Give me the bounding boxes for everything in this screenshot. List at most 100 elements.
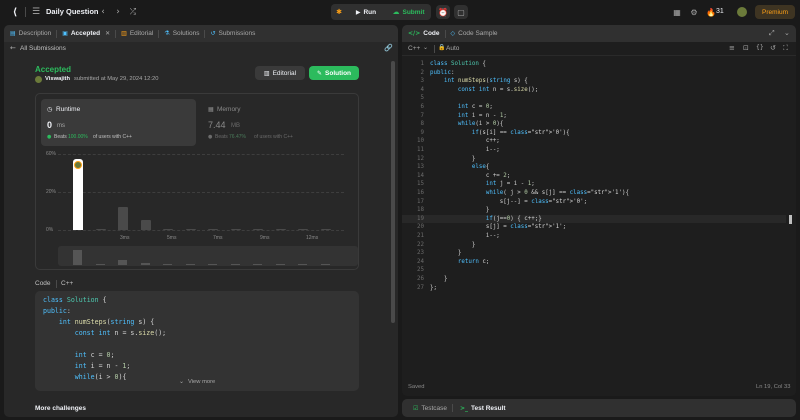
editor-scroll-marker[interactable] [789, 215, 792, 224]
code-line[interactable]: 1 class Solution { [402, 60, 786, 69]
chart-bar[interactable] [320, 229, 331, 230]
memory-beats-pct: 76.47% [229, 134, 246, 140]
debugger-icon[interactable]: ✱ [334, 5, 344, 19]
problem-list-icon[interactable]: ☰ [31, 6, 41, 18]
code-line[interactable]: 4 const int n = s.size(); [402, 86, 786, 95]
code-line[interactable]: 18 } [402, 206, 786, 215]
prev-question-icon[interactable]: ‹ [99, 6, 107, 18]
autocomplete-mode[interactable]: Auto [446, 45, 459, 52]
code-line[interactable]: 2 public: [402, 69, 786, 78]
code-line[interactable]: 8 while(i > 0){ [402, 120, 786, 129]
fullscreen-icon[interactable]: ⛶ [783, 44, 788, 53]
code-line[interactable]: 25 [402, 266, 786, 275]
tab-accepted[interactable]: ▣ Accepted ✕ [57, 25, 115, 42]
code-line[interactable]: 20 s[j] = class="str">'1'; [402, 223, 786, 232]
code-preview-line: int c = 0; [74, 351, 115, 359]
memory-card[interactable]: ▦ Memory 7.44 MB ● Beats 76.47% of users… [202, 99, 355, 146]
next-question-icon[interactable]: › [114, 6, 122, 18]
chart-bar[interactable] [118, 207, 128, 230]
code-line[interactable]: 24 return c; [402, 258, 786, 267]
memory-beats-prefix: Beats [215, 134, 228, 140]
chevron-down-icon[interactable]: ⌄ [784, 29, 790, 37]
tab-test-result[interactable]: >_ Test Result [455, 400, 511, 417]
code-line[interactable]: 17 s[j--] = class="str">'0'; [402, 198, 786, 207]
chevron-down-icon[interactable]: ⌄ [423, 44, 428, 51]
code-line[interactable]: 27}; [402, 284, 786, 293]
code-line[interactable]: 10 c++; [402, 137, 786, 146]
editorial-button[interactable]: ▥ Editorial [255, 66, 305, 80]
streak-count[interactable]: 31 [716, 8, 724, 15]
code-line[interactable]: 5 [402, 94, 786, 103]
chart-bar[interactable] [185, 229, 196, 230]
chevron-down-icon[interactable]: ⌄ [179, 378, 184, 385]
avatar[interactable] [737, 7, 747, 17]
shuffle-icon[interactable]: ⤮ [128, 6, 138, 18]
tab-submissions[interactable]: ↺ Submissions [205, 25, 260, 42]
code-line[interactable]: 7 int i = n - 1; [402, 112, 786, 121]
code-line[interactable]: 23 } [402, 249, 786, 258]
code-line[interactable]: 9 if(s[i] == class="str">'0'){ [402, 129, 786, 138]
code-line[interactable]: 16 while( j > 0 && s[j] == class="str">'… [402, 189, 786, 198]
code-line[interactable]: 6 int c = 0; [402, 103, 786, 112]
code-line[interactable]: 15 int j = i - 1; [402, 180, 786, 189]
back-arrow-icon[interactable]: ← [10, 44, 16, 52]
solution-button[interactable]: ✎ Solution [309, 66, 359, 80]
chart-bar[interactable] [275, 229, 286, 230]
leetcode-logo-icon[interactable]: ⟨ [9, 6, 21, 18]
notes-button[interactable]: ▢ [454, 5, 468, 19]
braces-icon[interactable]: {} [756, 44, 764, 51]
code-icon: </> [408, 30, 421, 37]
description-icon: ▤ [10, 30, 16, 37]
page-title[interactable]: Daily Question [46, 7, 99, 16]
run-button[interactable]: ▶ Run [348, 5, 384, 19]
code-line[interactable]: 22 } [402, 241, 786, 250]
bookmark-icon[interactable]: ⊡ [743, 44, 749, 52]
reset-icon[interactable]: ↺ [770, 44, 776, 52]
chart-bar[interactable] [208, 229, 218, 230]
layout-icon[interactable]: ▦ [672, 6, 682, 18]
code-line[interactable]: 26 } [402, 275, 786, 284]
chart-bar[interactable] [95, 229, 106, 230]
view-more-link[interactable]: View more [188, 379, 215, 385]
checkbox-icon: ☑ [413, 405, 419, 412]
tab-solutions[interactable]: ⚗ Solutions [159, 25, 204, 42]
streak-flame-icon[interactable]: 🔥 [706, 6, 716, 18]
tab-code[interactable]: </> Code [402, 25, 445, 42]
tab-editorial[interactable]: ▥ Editorial [116, 25, 158, 42]
chart-bar[interactable] [298, 229, 308, 230]
timer-button[interactable]: ⏰ [436, 5, 450, 19]
tab-description[interactable]: ▤ Description [4, 25, 56, 42]
settings-gear-icon[interactable]: ⚙ [689, 6, 699, 18]
scrollbar[interactable] [391, 61, 395, 323]
code-preview-box[interactable]: class Solution {public: int numSteps(str… [35, 291, 359, 391]
code-line[interactable]: 14 c += 2; [402, 172, 786, 181]
chart-bar[interactable] [163, 229, 173, 230]
code-line[interactable]: 3 int numSteps(string s) { [402, 77, 786, 86]
all-submissions-link[interactable]: All Submissions [20, 45, 66, 52]
chart-range-slider[interactable] [58, 246, 358, 266]
maximize-icon[interactable]: ⤢ [769, 29, 775, 38]
tab-testcase[interactable]: ☑ Testcase [408, 400, 452, 417]
runtime-card[interactable]: ◷ Runtime 0 ms ● Beats 100.00% of users … [41, 99, 196, 146]
language-select[interactable]: C++ [408, 45, 420, 52]
code-line[interactable]: 21 i--; [402, 232, 786, 241]
tab-code-sample[interactable]: ◇ Code Sample [446, 25, 503, 42]
close-icon[interactable]: ✕ [105, 30, 110, 37]
submit-button[interactable]: ☁ Submit [387, 5, 430, 19]
username[interactable]: Viswajith [45, 76, 70, 82]
code-line[interactable]: 19 if(j==0) { c++;} [402, 214, 786, 224]
code-line[interactable]: 12 } [402, 155, 786, 164]
chart-bar[interactable] [230, 229, 241, 230]
share-link-icon[interactable]: 🔗 [384, 44, 393, 52]
minimap-bar [275, 264, 285, 265]
code-line[interactable]: 11 i--; [402, 146, 786, 155]
code-editor[interactable]: 1 class Solution {2 public: 3 int numSteps(… [402, 60, 786, 380]
format-code-icon[interactable]: ≡ [729, 44, 735, 52]
submitted-time: submitted at May 29, 2024 12:20 [74, 76, 159, 82]
code-line[interactable]: 13 else{ [402, 163, 786, 172]
code-sample-icon: ◇ [450, 30, 456, 37]
chart-bar[interactable] [73, 159, 83, 230]
chart-bar[interactable] [253, 229, 263, 230]
chart-bar[interactable] [140, 219, 151, 230]
premium-button[interactable]: Premium [755, 5, 795, 19]
